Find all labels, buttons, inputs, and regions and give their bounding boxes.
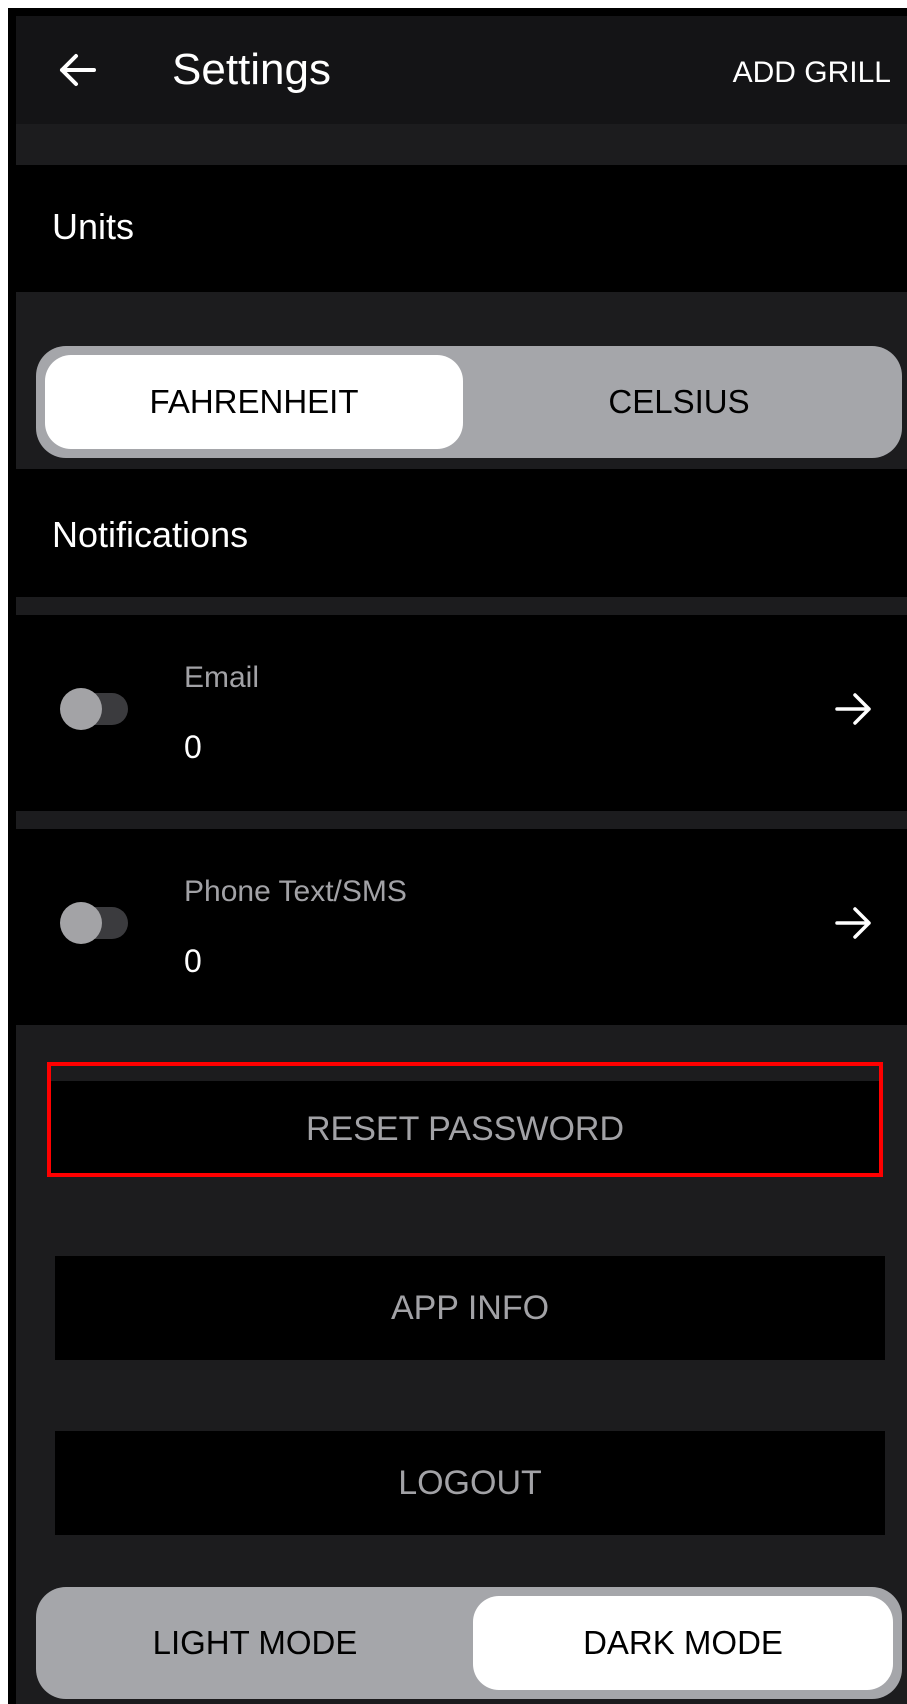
arrow-left-icon	[60, 54, 96, 86]
notification-row-sms[interactable]: Phone Text/SMS 0	[16, 829, 907, 1025]
notification-row-email[interactable]: Email 0	[16, 615, 907, 811]
settings-screen: Settings ADD GRILL Units FAHRENHEIT CELS…	[16, 16, 907, 1704]
units-segmented-control: FAHRENHEIT CELSIUS	[36, 346, 902, 458]
toggle-knob	[60, 902, 102, 944]
back-button[interactable]	[48, 40, 108, 100]
notification-count: 0	[184, 943, 202, 979]
app-info-button[interactable]: APP INFO	[55, 1256, 885, 1360]
notifications-label: Notifications	[52, 514, 249, 555]
email-toggle[interactable]	[60, 688, 128, 730]
light-mode-option[interactable]: LIGHT MODE	[45, 1596, 465, 1690]
notifications-section-header: Notifications	[16, 469, 907, 597]
celsius-option[interactable]: CELSIUS	[466, 355, 892, 449]
units-label: Units	[52, 206, 135, 247]
toggle-knob	[60, 688, 102, 730]
notification-label: Email	[184, 661, 260, 694]
notification-label: Phone Text/SMS	[184, 875, 407, 908]
sms-toggle[interactable]	[60, 902, 128, 944]
page-title: Settings	[172, 45, 331, 94]
arrow-right-icon[interactable]	[831, 687, 875, 731]
units-section-header: Units	[16, 165, 907, 292]
theme-segmented-control: LIGHT MODE DARK MODE	[36, 1587, 902, 1699]
reset-password-button[interactable]: RESET PASSWORD	[47, 1081, 883, 1177]
arrow-right-icon[interactable]	[831, 901, 875, 945]
app-header: Settings ADD GRILL	[16, 16, 907, 124]
device-frame: Settings ADD GRILL Units FAHRENHEIT CELS…	[8, 8, 907, 1704]
dark-mode-option[interactable]: DARK MODE	[473, 1596, 893, 1690]
notification-count: 0	[184, 729, 202, 765]
logout-button[interactable]: LOGOUT	[55, 1431, 885, 1535]
fahrenheit-option[interactable]: FAHRENHEIT	[45, 355, 463, 449]
add-grill-button[interactable]: ADD GRILL	[733, 56, 891, 90]
